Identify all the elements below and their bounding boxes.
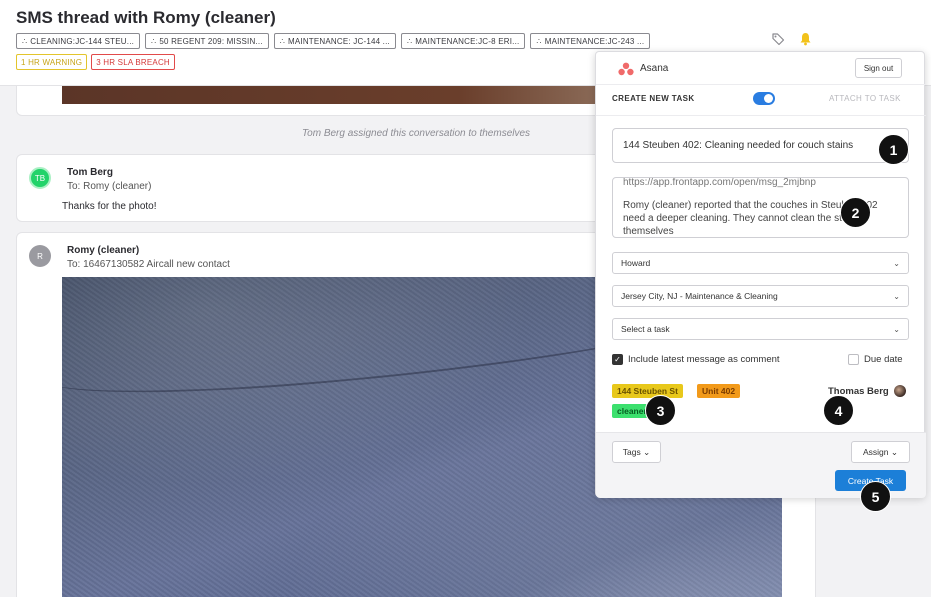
mode-toggle[interactable]: [753, 92, 775, 105]
assign-button-label: Assign: [862, 446, 889, 457]
include-comment-checkbox[interactable]: ✓: [612, 354, 623, 365]
chip-label: MAINTENANCE:JC-8 ERI...: [415, 36, 520, 46]
callout-marker: 1: [878, 134, 909, 165]
avatar: [893, 385, 906, 397]
due-date-row: Due date: [848, 354, 903, 365]
chevron-down-icon: ⌄: [893, 258, 900, 268]
select-value: Jersey City, NJ - Maintenance & Cleaning: [621, 291, 778, 301]
tag-icon[interactable]: [771, 32, 785, 46]
chip-label: 50 REGENT 209: MISSIN...: [159, 36, 263, 46]
chevron-down-icon: ⌄: [893, 324, 900, 334]
link-chip[interactable]: ∴ 50 REGENT 209: MISSIN...: [145, 33, 269, 49]
task-title-input[interactable]: [612, 128, 909, 163]
sender-name: Tom Berg: [67, 167, 113, 178]
callout-marker: 3: [645, 395, 676, 426]
chevron-down-icon: ⌄: [643, 446, 651, 457]
bell-icon[interactable]: [799, 32, 812, 46]
chip-label: CLEANING:JC-144 STEU...: [30, 36, 135, 46]
task-select[interactable]: Select a task ⌄: [612, 318, 909, 340]
warning-badge: 1 HR WARNING: [16, 54, 88, 70]
include-comment-row: ✓ Include latest message as comment: [612, 354, 780, 365]
sender-name: Romy (cleaner): [67, 245, 140, 256]
recipient-line: To: Romy (cleaner): [67, 181, 152, 192]
toggle-knob: [764, 94, 773, 103]
attach-to-task-label[interactable]: ATTACH TO TASK: [829, 94, 901, 103]
include-comment-label: Include latest message as comment: [628, 354, 780, 365]
tag-pill[interactable]: Unit 402: [697, 384, 741, 398]
link-chip[interactable]: ∴ CLEANING:JC-144 STEU...: [16, 33, 141, 49]
breach-badge: 3 HR SLA BREACH: [91, 54, 175, 70]
recipient-line: To: 16467130582 Aircall new contact: [67, 259, 230, 270]
sla-flags: 1 HR WARNING 3 HR SLA BREACH: [16, 54, 175, 70]
chip-label: MAINTENANCE: JC-144 ...: [288, 36, 390, 46]
team-icon: ∴: [406, 36, 413, 46]
asana-logo-icon: [618, 62, 634, 76]
description-link: https://app.frontapp.com/open/msg_2mjbnp: [623, 177, 816, 188]
page-title: SMS thread with Romy (cleaner): [16, 8, 276, 27]
link-chip[interactable]: ∴ MAINTENANCE:JC-243 ...: [530, 33, 651, 49]
chip-label: MAINTENANCE:JC-243 ...: [544, 36, 645, 46]
create-new-task-label[interactable]: CREATE NEW TASK: [612, 94, 695, 103]
team-icon: ∴: [279, 36, 285, 46]
conversation-links: ∴ CLEANING:JC-144 STEU... ∴ 50 REGENT 209:…: [16, 33, 651, 49]
project-select[interactable]: Jersey City, NJ - Maintenance & Cleaning…: [612, 285, 909, 307]
team-icon: ∴: [536, 36, 542, 46]
team-icon: ∴: [151, 36, 157, 46]
asana-panel: Asana Sign out CREATE NEW TASK ATTACH TO…: [595, 51, 926, 498]
app-name: Asana: [640, 63, 669, 74]
callout-marker: 5: [860, 481, 891, 512]
callout-marker: 4: [823, 395, 854, 426]
message-body: Thanks for the photo!: [62, 201, 157, 212]
due-date-checkbox[interactable]: [848, 354, 859, 365]
callout-marker: 2: [840, 197, 871, 228]
due-date-label: Due date: [864, 354, 903, 365]
avatar: R: [29, 245, 51, 267]
select-value: Select a task: [621, 324, 670, 334]
assign-button[interactable]: Assign ⌄: [851, 441, 910, 463]
assignee-select[interactable]: Howard ⌄: [612, 252, 909, 274]
select-value: Howard: [621, 258, 651, 268]
divider: [596, 84, 926, 85]
sign-out-button[interactable]: Sign out: [855, 58, 902, 78]
chevron-down-icon: ⌄: [893, 291, 900, 301]
tags-button[interactable]: Tags ⌄: [612, 441, 661, 463]
divider: [596, 115, 926, 116]
avatar: TB: [29, 167, 51, 189]
tag-pill[interactable]: 144 Steuben St: [612, 384, 683, 398]
team-icon: ∴: [22, 36, 28, 46]
tags-button-label: Tags: [622, 446, 641, 457]
link-chip[interactable]: ∴ MAINTENANCE: JC-144 ...: [273, 33, 396, 49]
link-chip[interactable]: ∴ MAINTENANCE:JC-8 ERI...: [400, 33, 526, 49]
chevron-down-icon: ⌄: [890, 446, 898, 457]
